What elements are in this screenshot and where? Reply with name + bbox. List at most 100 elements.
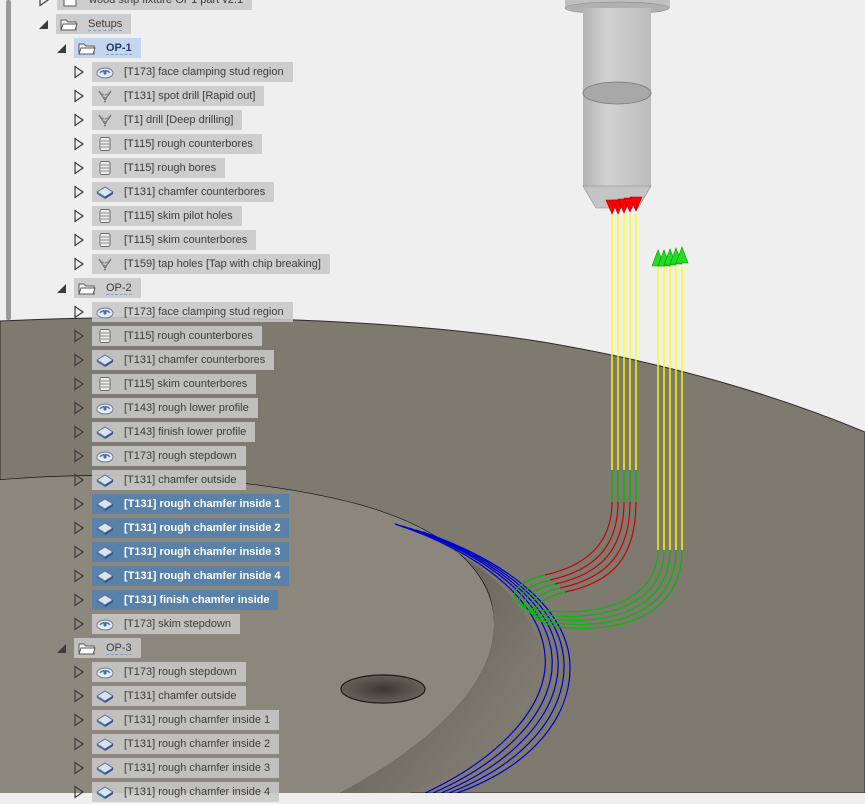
expand-arrow-icon[interactable] bbox=[73, 617, 85, 631]
expand-triangle-icon[interactable] bbox=[73, 353, 85, 367]
expand-arrow-icon[interactable] bbox=[38, 0, 50, 7]
expand-triangle-icon[interactable] bbox=[73, 89, 85, 103]
tree-operation-row-node[interactable]: [T131] chamfer outside bbox=[92, 686, 246, 706]
expand-triangle-icon[interactable] bbox=[73, 65, 85, 79]
tree-operation-row-node[interactable]: [T131] rough chamfer inside 3 bbox=[92, 542, 290, 562]
expand-arrow-icon[interactable] bbox=[73, 713, 85, 727]
expand-arrow-icon[interactable] bbox=[73, 545, 85, 559]
tree-operation-row-node[interactable]: [T131] rough chamfer inside 3 bbox=[92, 758, 280, 778]
tree-operation-row[interactable]: [T143] rough lower profile bbox=[0, 396, 865, 420]
tree-operation-row[interactable]: [T173] face clamping stud region bbox=[0, 300, 865, 324]
tree-operation-row[interactable]: [T131] chamfer outside bbox=[0, 684, 865, 708]
tree-operation-row[interactable]: [T131] chamfer counterbores bbox=[0, 348, 865, 372]
expand-triangle-icon[interactable] bbox=[73, 185, 85, 199]
tree-component-row-node[interactable]: wood strip fixture OP1 part v2.1 bbox=[57, 0, 253, 10]
tree-operation-row-node[interactable]: [T131] rough chamfer inside 1 bbox=[92, 710, 280, 730]
tree-operation-row[interactable]: [T1] drill [Deep drilling] bbox=[0, 108, 865, 132]
tree-operation-row-node[interactable]: [T131] chamfer counterbores bbox=[92, 182, 275, 202]
tree-operation-row[interactable]: [T131] rough chamfer inside 3 bbox=[0, 540, 865, 564]
tree-operation-row[interactable]: [T159] tap holes [Tap with chip breaking… bbox=[0, 252, 865, 276]
tree-operation-row-node[interactable]: [T131] rough chamfer inside 2 bbox=[92, 518, 290, 538]
expand-arrow-icon[interactable] bbox=[73, 65, 85, 79]
tree-operation-row[interactable]: [T115] skim counterbores bbox=[0, 228, 865, 252]
tree-operation-row[interactable]: [T115] skim counterbores bbox=[0, 372, 865, 396]
expand-triangle-icon[interactable] bbox=[73, 617, 85, 631]
tree-operation-row-node[interactable]: [T131] spot drill [Rapid out] bbox=[92, 86, 265, 106]
tree-setup-op-3-node[interactable]: OP-3 bbox=[74, 638, 141, 658]
tree-operation-row[interactable]: [T173] face clamping stud region bbox=[0, 60, 865, 84]
expand-triangle-icon[interactable] bbox=[73, 305, 85, 319]
tree-operation-row-node[interactable]: [T131] rough chamfer inside 4 bbox=[92, 782, 280, 802]
tree-operation-row-node[interactable]: [T1] drill [Deep drilling] bbox=[92, 110, 243, 130]
expand-triangle-icon[interactable] bbox=[73, 209, 85, 223]
expand-arrow-icon[interactable] bbox=[73, 473, 85, 487]
expand-arrow-icon[interactable] bbox=[73, 785, 85, 799]
expand-triangle-icon[interactable] bbox=[73, 737, 85, 751]
tree-setup-op-3[interactable]: OP-3 bbox=[0, 636, 865, 660]
tree-operation-row-node[interactable]: [T115] rough counterbores bbox=[92, 326, 262, 346]
expand-arrow-icon[interactable] bbox=[73, 377, 85, 391]
collapse-triangle-icon[interactable] bbox=[56, 641, 68, 655]
expand-triangle-icon[interactable] bbox=[73, 521, 85, 535]
expand-triangle-icon[interactable] bbox=[73, 593, 85, 607]
expand-arrow-icon[interactable] bbox=[73, 569, 85, 583]
expand-arrow-icon[interactable] bbox=[73, 329, 85, 343]
collapse-triangle-icon[interactable] bbox=[38, 17, 50, 31]
collapse-arrow-icon[interactable] bbox=[56, 41, 68, 55]
tree-setup-op-2-node[interactable]: OP-2 bbox=[74, 278, 141, 298]
tree-operation-row-node[interactable]: [T173] skim stepdown bbox=[92, 614, 240, 634]
expand-arrow-icon[interactable] bbox=[73, 689, 85, 703]
expand-arrow-icon[interactable] bbox=[73, 425, 85, 439]
tree-operation-row-node[interactable]: [T115] rough counterbores bbox=[92, 134, 262, 154]
tree-setups-folder[interactable]: Setups bbox=[0, 12, 865, 36]
tree-operation-row[interactable]: [T115] rough counterbores bbox=[0, 132, 865, 156]
expand-arrow-icon[interactable] bbox=[73, 353, 85, 367]
expand-arrow-icon[interactable] bbox=[73, 497, 85, 511]
expand-triangle-icon[interactable] bbox=[73, 257, 85, 271]
expand-triangle-icon[interactable] bbox=[73, 473, 85, 487]
tree-operation-row[interactable]: [T115] rough bores bbox=[0, 156, 865, 180]
tree-operation-row-node[interactable]: [T173] rough stepdown bbox=[92, 662, 246, 682]
collapse-arrow-icon[interactable] bbox=[56, 281, 68, 295]
expand-arrow-icon[interactable] bbox=[73, 401, 85, 415]
expand-triangle-icon[interactable] bbox=[73, 113, 85, 127]
collapse-arrow-icon[interactable] bbox=[56, 641, 68, 655]
tree-operation-row-node[interactable]: [T131] rough chamfer inside 1 bbox=[92, 494, 290, 514]
expand-triangle-icon[interactable] bbox=[73, 497, 85, 511]
expand-triangle-icon[interactable] bbox=[73, 161, 85, 175]
tree-operation-row[interactable]: [T131] finish chamfer inside bbox=[0, 588, 865, 612]
expand-arrow-icon[interactable] bbox=[73, 185, 85, 199]
tree-operation-row[interactable]: [T131] spot drill [Rapid out] bbox=[0, 84, 865, 108]
tree-operation-row[interactable]: [T131] rough chamfer inside 1 bbox=[0, 708, 865, 732]
expand-triangle-icon[interactable] bbox=[73, 689, 85, 703]
expand-arrow-icon[interactable] bbox=[73, 161, 85, 175]
tree-operation-row-node[interactable]: [T173] rough stepdown bbox=[92, 446, 246, 466]
collapse-arrow-icon[interactable] bbox=[38, 17, 50, 31]
tree-operation-row[interactable]: [T143] finish lower profile bbox=[0, 420, 865, 444]
tree-operation-row-node[interactable]: [T143] finish lower profile bbox=[92, 422, 256, 442]
expand-triangle-icon[interactable] bbox=[73, 425, 85, 439]
expand-arrow-icon[interactable] bbox=[73, 737, 85, 751]
expand-arrow-icon[interactable] bbox=[73, 305, 85, 319]
collapse-triangle-icon[interactable] bbox=[56, 281, 68, 295]
tree-operation-row-node[interactable]: [T159] tap holes [Tap with chip breaking… bbox=[92, 254, 330, 274]
tree-setup-op-2[interactable]: OP-2 bbox=[0, 276, 865, 300]
expand-triangle-icon[interactable] bbox=[73, 377, 85, 391]
expand-arrow-icon[interactable] bbox=[73, 257, 85, 271]
expand-triangle-icon[interactable] bbox=[73, 713, 85, 727]
tree-operation-row-node[interactable]: [T131] chamfer counterbores bbox=[92, 350, 275, 370]
tree-operation-row-node[interactable]: [T143] rough lower profile bbox=[92, 398, 258, 418]
tree-operation-row[interactable]: [T131] chamfer outside bbox=[0, 468, 865, 492]
expand-triangle-icon[interactable] bbox=[73, 761, 85, 775]
tree-operation-row-node[interactable]: [T131] rough chamfer inside 4 bbox=[92, 566, 290, 586]
expand-triangle-icon[interactable] bbox=[73, 401, 85, 415]
tree-operation-row-node[interactable]: [T115] rough bores bbox=[92, 158, 226, 178]
tree-operation-row[interactable]: [T173] rough stepdown bbox=[0, 660, 865, 684]
tree-operation-row[interactable]: [T115] rough counterbores bbox=[0, 324, 865, 348]
tree-operation-row[interactable]: [T173] rough stepdown bbox=[0, 444, 865, 468]
tree-operation-row-node[interactable]: [T131] chamfer outside bbox=[92, 470, 246, 490]
tree-operation-row-node[interactable]: [T131] finish chamfer inside bbox=[92, 590, 279, 610]
tree-setup-op-1-node[interactable]: OP-1 bbox=[74, 38, 141, 58]
tree-setup-op-1[interactable]: OP-1 bbox=[0, 36, 865, 60]
expand-arrow-icon[interactable] bbox=[73, 665, 85, 679]
